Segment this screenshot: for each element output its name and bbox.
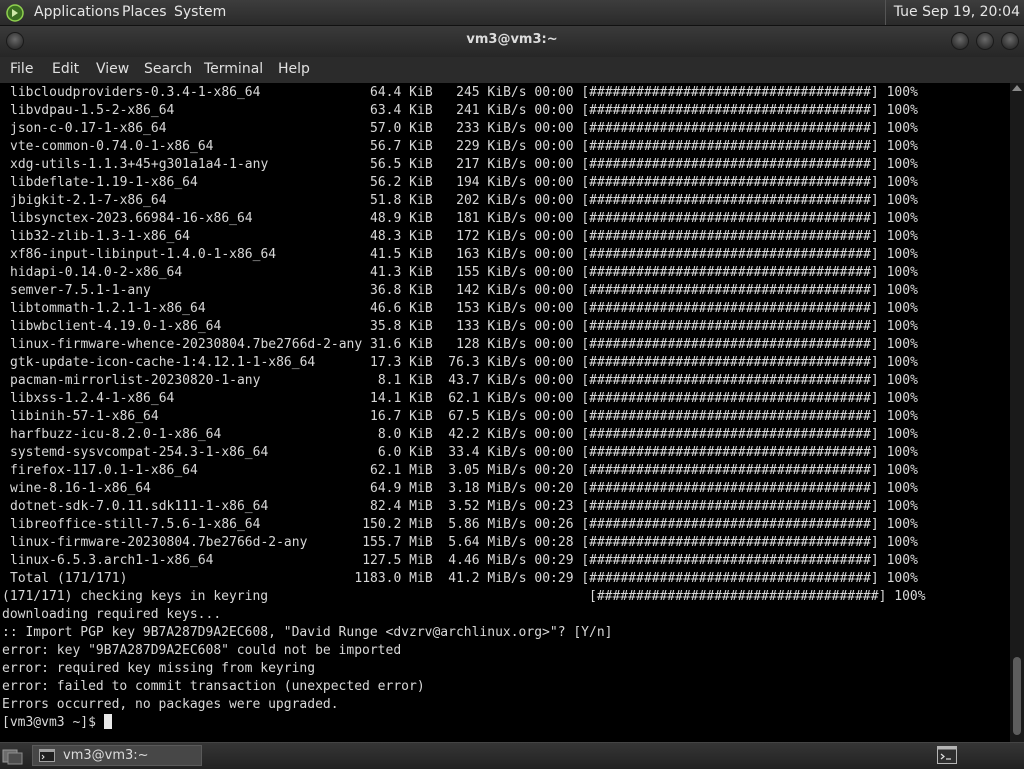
terminal-line: lib32-zlib-1.3-1-x86_64 48.3 KiB 172 KiB…: [10, 229, 918, 244]
terminal-line: xf86-input-libinput-1.4.0-1-x86_64 41.5 …: [10, 247, 918, 262]
scroll-thumb[interactable]: [1013, 657, 1021, 735]
bottom-panel: vm3@vm3:~: [0, 742, 1024, 769]
terminal-line: libxss-1.2.4-1-x86_64 14.1 KiB 62.1 KiB/…: [10, 391, 918, 406]
terminal-icon: [39, 749, 55, 762]
terminal-line: gtk-update-icon-cache-1:4.12.1-1-x86_64 …: [10, 355, 918, 370]
terminal-line: semver-7.5.1-1-any 36.8 KiB 142 KiB/s 00…: [10, 283, 918, 298]
menu-edit[interactable]: Edit: [52, 57, 79, 81]
terminal-line: error: key "9B7A287D9A2EC608" could not …: [2, 643, 402, 658]
menu-terminal[interactable]: Terminal: [204, 57, 263, 81]
terminal-line: firefox-117.0.1-1-x86_64 62.1 MiB 3.05 M…: [10, 463, 918, 478]
terminal-line: linux-6.5.3.arch1-1-x86_64 127.5 MiB 4.4…: [10, 553, 918, 568]
terminal-line: error: required key missing from keyring: [2, 661, 316, 676]
window-title: vm3@vm3:~: [466, 32, 558, 47]
terminal-line: pacman-mirrorlist-20230820-1-any 8.1 KiB…: [10, 373, 918, 388]
terminal-output[interactable]: libcloudproviders-0.3.4-1-x86_64 64.4 Ki…: [0, 83, 1010, 742]
menu-help[interactable]: Help: [278, 57, 310, 81]
terminal-line: json-c-0.17-1-x86_64 57.0 KiB 233 KiB/s …: [10, 121, 918, 136]
terminal-line: wine-8.16-1-x86_64 64.9 MiB 3.18 MiB/s 0…: [10, 481, 918, 496]
terminal-lines: libcloudproviders-0.3.4-1-x86_64 64.4 Ki…: [0, 83, 1010, 742]
show-desktop-icon[interactable]: [2, 747, 24, 765]
minimize-button[interactable]: [951, 32, 969, 50]
terminal-line: harfbuzz-icu-8.2.0-1-x86_64 8.0 KiB 42.2…: [10, 427, 918, 442]
terminal-line: vte-common-0.74.0-1-x86_64 56.7 KiB 229 …: [10, 139, 918, 154]
terminal-line: libdeflate-1.19-1-x86_64 56.2 KiB 194 Ki…: [10, 175, 918, 190]
terminal-line: libcloudproviders-0.3.4-1-x86_64 64.4 Ki…: [10, 85, 918, 100]
terminal-tray-icon[interactable]: [937, 746, 957, 764]
terminal-line: error: failed to commit transaction (une…: [2, 679, 425, 694]
window-titlebar[interactable]: vm3@vm3:~: [0, 26, 1024, 57]
places-menu[interactable]: Places: [122, 0, 167, 25]
terminal-line: libvdpau-1.5-2-x86_64 63.4 KiB 241 KiB/s…: [10, 103, 918, 118]
distro-logo-icon[interactable]: [6, 4, 24, 22]
terminal-line: downloading required keys...: [2, 607, 222, 622]
shell-prompt: [vm3@vm3 ~]$: [2, 714, 112, 732]
top-panel: Applications Places System Tue Sep 19, 2…: [0, 0, 1024, 26]
terminal-line: libreoffice-still-7.5.6-1-x86_64 150.2 M…: [10, 517, 918, 532]
terminal-line: libsynctex-2023.66984-16-x86_64 48.9 KiB…: [10, 211, 918, 226]
system-menu[interactable]: System: [174, 0, 226, 25]
terminal-line: libinih-57-1-x86_64 16.7 KiB 67.5 KiB/s …: [10, 409, 918, 424]
terminal-line: linux-firmware-20230804.7be2766d-2-any 1…: [10, 535, 918, 550]
terminal-cursor: [103, 714, 112, 729]
terminal-line: :: Import PGP key 9B7A287D9A2EC608, "Dav…: [2, 625, 613, 640]
terminal-line: xdg-utils-1.1.3+45+g301a1a4-1-any 56.5 K…: [10, 157, 918, 172]
clock[interactable]: Tue Sep 19, 20:04: [884, 0, 1020, 25]
terminal-line: dotnet-sdk-7.0.11.sdk111-1-x86_64 82.4 M…: [10, 499, 918, 514]
scrollbar[interactable]: [1010, 83, 1024, 742]
terminal-line: hidapi-0.14.0-2-x86_64 41.3 KiB 155 KiB/…: [10, 265, 918, 280]
terminal-line: libtommath-1.2.1-1-x86_64 46.6 KiB 153 K…: [10, 301, 918, 316]
terminal-line: (171/171) checking keys in keyring [####…: [2, 589, 926, 604]
terminal-line: linux-firmware-whence-20230804.7be2766d-…: [10, 337, 918, 352]
close-button[interactable]: [1001, 32, 1019, 50]
terminal-line: systemd-sysvcompat-254.3-1-x86_64 6.0 Ki…: [10, 445, 918, 460]
menubar: File Edit View Search Terminal Help: [0, 57, 1024, 84]
maximize-button[interactable]: [976, 32, 994, 50]
terminal-line: Total (171/171) 1183.0 MiB 41.2 MiB/s 00…: [10, 571, 918, 586]
terminal-line: jbigkit-2.1-7-x86_64 51.8 KiB 202 KiB/s …: [10, 193, 918, 208]
terminal-window: vm3@vm3:~ File Edit View Search Terminal…: [0, 26, 1024, 742]
taskbar-item-terminal[interactable]: vm3@vm3:~: [32, 745, 202, 766]
scroll-up-arrow-icon[interactable]: [1012, 85, 1022, 91]
menu-file[interactable]: File: [10, 57, 33, 81]
terminal-line: libwbclient-4.19.0-1-x86_64 35.8 KiB 133…: [10, 319, 918, 334]
menu-search[interactable]: Search: [144, 57, 192, 81]
taskbar-item-label: vm3@vm3:~: [63, 748, 149, 763]
applications-menu[interactable]: Applications: [34, 0, 120, 25]
terminal-line: Errors occurred, no packages were upgrad…: [2, 697, 339, 712]
menu-view[interactable]: View: [96, 57, 129, 81]
